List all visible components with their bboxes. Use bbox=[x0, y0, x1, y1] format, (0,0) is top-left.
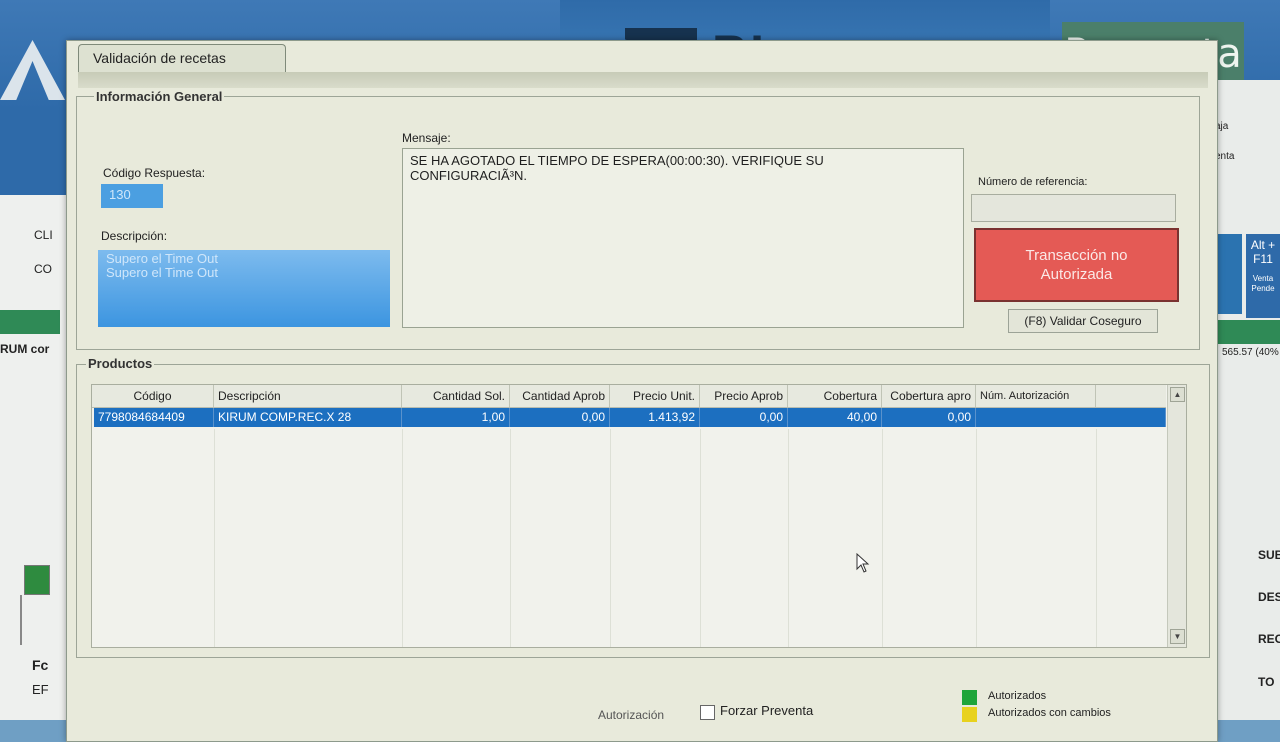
column-header-codigo[interactable]: Código bbox=[92, 385, 214, 407]
bg-label-cli: CLI bbox=[34, 228, 53, 242]
cell-precio-aprob: 0,00 bbox=[700, 408, 788, 427]
mouse-cursor-icon bbox=[856, 553, 870, 573]
grid-line bbox=[882, 429, 883, 647]
shortcut-tile-venta-pendiente[interactable]: Alt + F11 Venta Pende bbox=[1246, 234, 1280, 318]
bg-right-value: 565.57 (40% bbox=[1222, 347, 1279, 358]
grid-line bbox=[976, 429, 977, 647]
codigo-respuesta-field[interactable]: 130 bbox=[101, 184, 163, 208]
cell-cobertura: 40,00 bbox=[788, 408, 882, 427]
bg-label-product: RUM cor bbox=[0, 342, 50, 356]
forzar-preventa-label: Forzar Preventa bbox=[720, 703, 814, 718]
shortcut-line1: Alt + bbox=[1250, 238, 1276, 252]
productos-legend: Productos bbox=[86, 356, 155, 371]
column-header-num-autorizacion[interactable]: Núm. Autorización bbox=[976, 385, 1096, 407]
bg-green-bar-left bbox=[0, 310, 60, 334]
grid-line bbox=[700, 429, 701, 647]
bg-label-co: CO bbox=[34, 262, 52, 276]
codigo-respuesta-label: Código Respuesta: bbox=[103, 166, 206, 180]
column-header-descripcion[interactable]: Descripción bbox=[214, 385, 402, 407]
scroll-down-icon[interactable]: ▼ bbox=[1170, 629, 1185, 644]
dialog-title-strip bbox=[78, 72, 1208, 88]
grid-line bbox=[1096, 429, 1097, 647]
info-general-legend: Información General bbox=[94, 89, 225, 104]
cell-cantidad-sol: 1,00 bbox=[402, 408, 510, 427]
numero-referencia-label: Número de referencia: bbox=[978, 176, 1088, 188]
transaction-status-text: Transacción no Autorizada bbox=[1025, 247, 1128, 283]
dialog-title: Validación de recetas bbox=[93, 50, 226, 66]
validar-coseguro-label: (F8) Validar Coseguro bbox=[1024, 314, 1142, 328]
shortcut-line3: Venta bbox=[1252, 274, 1274, 283]
grid-header: Código Descripción Cantidad Sol. Cantida… bbox=[92, 385, 1166, 408]
bg-green-square bbox=[24, 565, 50, 595]
table-row[interactable]: 7798084684409 KIRUM COMP.REC.X 28 1,00 0… bbox=[94, 408, 1166, 427]
cell-cobertura-apro: 0,00 bbox=[882, 408, 976, 427]
numero-referencia-input[interactable] bbox=[971, 194, 1176, 222]
descripcion-field[interactable]: Supero el Time Out Supero el Time Out bbox=[98, 250, 390, 327]
bg-label-sub: SUB bbox=[1258, 548, 1280, 562]
grid-line bbox=[510, 429, 511, 647]
bg-label-fc: Fc bbox=[32, 657, 49, 673]
legend-label-autorizados: Autorizados bbox=[988, 690, 1047, 702]
transaction-status-indicator: Transacción no Autorizada bbox=[974, 228, 1179, 302]
legend-label-autorizados-con-cambios: Autorizados con cambios bbox=[988, 707, 1111, 719]
grid-line bbox=[610, 429, 611, 647]
cell-descripcion: KIRUM COMP.REC.X 28 bbox=[214, 408, 402, 427]
background-left-panel bbox=[0, 110, 68, 195]
bg-label-rec: REC bbox=[1258, 632, 1280, 646]
bg-label-ef: EF bbox=[32, 682, 49, 697]
column-header-cantidad-aprob[interactable]: Cantidad Aprob bbox=[510, 385, 610, 407]
cell-num-autorizacion bbox=[976, 408, 1166, 427]
cell-precio-unit: 1.413,92 bbox=[610, 408, 700, 427]
column-header-precio-unit[interactable]: Precio Unit. bbox=[610, 385, 700, 407]
column-header-precio-aprob[interactable]: Precio Aprob bbox=[700, 385, 788, 407]
legend-swatch-autorizados bbox=[962, 690, 977, 705]
grid-scrollbar[interactable]: ▲ ▼ bbox=[1167, 385, 1186, 647]
cell-cantidad-aprob: 0,00 bbox=[510, 408, 610, 427]
bg-tile-left bbox=[1214, 234, 1242, 314]
grid-line bbox=[214, 429, 215, 647]
scroll-up-icon[interactable]: ▲ bbox=[1170, 387, 1185, 402]
descripcion-label: Descripción: bbox=[101, 229, 168, 243]
forzar-preventa-checkbox[interactable] bbox=[700, 705, 715, 720]
cell-codigo: 7798084684409 bbox=[94, 408, 214, 427]
bg-divider bbox=[20, 595, 22, 645]
mensaje-field[interactable]: SE HA AGOTADO EL TIEMPO DE ESPERA(00:00:… bbox=[402, 148, 964, 328]
shortcut-line2: F11 bbox=[1253, 252, 1273, 266]
bg-label-des: DES bbox=[1258, 590, 1280, 604]
grid-line bbox=[788, 429, 789, 647]
column-header-cobertura[interactable]: Cobertura bbox=[788, 385, 882, 407]
productos-grid[interactable]: Código Descripción Cantidad Sol. Cantida… bbox=[91, 384, 1187, 648]
validar-coseguro-button[interactable]: (F8) Validar Coseguro bbox=[1008, 309, 1158, 333]
bg-label-to: TO bbox=[1258, 675, 1275, 689]
grid-line bbox=[402, 429, 403, 647]
column-header-cantidad-sol[interactable]: Cantidad Sol. bbox=[402, 385, 510, 407]
column-header-cobertura-apro[interactable]: Cobertura apro bbox=[882, 385, 976, 407]
background-right-panel bbox=[1210, 80, 1280, 720]
shortcut-line4: Pende bbox=[1251, 284, 1275, 293]
bg-green-bar-right bbox=[1214, 320, 1280, 344]
partial-autorizacion-label: Autorización bbox=[598, 708, 665, 720]
mensaje-label: Mensaje: bbox=[402, 131, 451, 145]
